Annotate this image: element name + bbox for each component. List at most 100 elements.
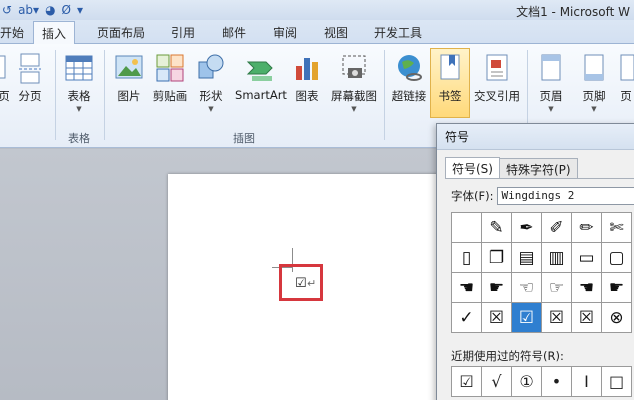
color-wheel-icon[interactable]: ◕ [45, 3, 55, 17]
symbol-cell[interactable]: ☛ [482, 273, 512, 303]
header-icon [536, 52, 566, 84]
clipart-label: 剪贴画 [152, 89, 188, 103]
hyperlink-button[interactable]: 超链接 [389, 52, 429, 116]
symbol-cell[interactable] [452, 213, 482, 243]
symbol-cell[interactable]: ☞ [542, 273, 572, 303]
symbol-cell[interactable]: ☜ [512, 273, 542, 303]
recent-symbol-cell[interactable]: ① [512, 367, 542, 397]
symbol-cell[interactable]: ▭ [572, 243, 602, 273]
recent-symbol-cell[interactable]: ☑ [452, 367, 482, 397]
symbol-cell[interactable]: ▢ [602, 243, 632, 273]
tab-home[interactable]: 开始 [0, 24, 24, 41]
chart-icon [292, 52, 322, 84]
chart-label: 图表 [295, 89, 319, 103]
recent-symbol-cell[interactable]: √ [482, 367, 512, 397]
symbol-grid-row: ☚ ☛ ☜ ☞ ☚ ☛ [452, 273, 632, 303]
table-button[interactable]: 表格 ▼ [63, 52, 95, 116]
symbol-cell[interactable]: ▤ [512, 243, 542, 273]
shapes-icon [196, 52, 226, 84]
undo-icon[interactable]: ↺ [2, 3, 12, 17]
recent-symbols-row: ☑ √ ① • I □ [451, 366, 632, 397]
page-break-button[interactable]: 分页 [15, 52, 45, 116]
symbol-cell[interactable]: ✓ [452, 303, 482, 333]
page-button[interactable]: 页 [0, 52, 14, 116]
ribbon-tabs: 开始 插入 页面布局 引用 邮件 审阅 视图 开发工具 [0, 20, 634, 45]
smartart-icon [246, 52, 276, 84]
recent-symbols-label: 近期使用过的符号(R): [451, 349, 564, 363]
symbol-cell[interactable]: ✎ [482, 213, 512, 243]
dialog-title: 符号 [437, 124, 634, 150]
picture-icon [114, 52, 144, 84]
spelling-icon[interactable]: ab▾ [18, 3, 39, 17]
tab-divider [445, 178, 634, 179]
customize-qat-icon[interactable]: ▾ [77, 3, 83, 17]
header-button[interactable]: 页眉 ▼ [534, 52, 568, 116]
clipart-icon [155, 52, 185, 84]
bookmark-button[interactable]: 书签 [430, 48, 470, 118]
tab-insert[interactable]: 插入 [33, 21, 76, 45]
picture-button[interactable]: 图片 [112, 52, 146, 116]
symbol-grid-row: ✎ ✒ ✐ ✏ ✄ [452, 213, 632, 243]
symbol-cell[interactable]: ☚ [572, 273, 602, 303]
document-title: 文档1 - Microsoft W [516, 5, 630, 19]
no-format-icon[interactable]: Ø [62, 3, 71, 17]
tab-references[interactable]: 引用 [171, 24, 195, 41]
symbol-cell[interactable]: ☚ [452, 273, 482, 303]
tab-special-characters[interactable]: 特殊字符(P) [498, 158, 578, 178]
footer-icon [579, 52, 609, 84]
crossref-button[interactable]: 交叉引用 [472, 52, 522, 116]
symbol-grid-row: ▯ ❐ ▤ ▥ ▭ ▢ [452, 243, 632, 273]
tab-view[interactable]: 视图 [324, 24, 348, 41]
symbol-cell[interactable]: ☒ [482, 303, 512, 333]
globe-link-icon [394, 52, 424, 84]
recent-symbol-cell[interactable]: □ [602, 367, 632, 397]
bookmark-label: 书签 [438, 89, 462, 103]
tab-mailings[interactable]: 邮件 [222, 24, 246, 41]
screenshot-icon [339, 52, 369, 84]
symbol-cell[interactable]: ☒ [572, 303, 602, 333]
table-label: 表格 [67, 89, 91, 103]
tab-page-layout[interactable]: 页面布局 [97, 24, 145, 41]
symbol-cell[interactable]: ☛ [602, 273, 632, 303]
screenshot-button[interactable]: 屏幕截图 ▼ [328, 52, 380, 116]
table-icon [64, 52, 94, 84]
footer-label: 页脚 [582, 89, 606, 103]
footer-button[interactable]: 页脚 ▼ [577, 52, 611, 116]
recent-symbol-cell[interactable]: I [572, 367, 602, 397]
chart-button[interactable]: 图表 [292, 52, 322, 116]
screenshot-label: 屏幕截图 [331, 89, 377, 103]
picture-label: 图片 [117, 89, 141, 103]
quick-access-toolbar: ↺ ab▾ ◕ Ø ▾ [0, 1, 83, 19]
group-label-illustrations: 插图 [233, 132, 255, 145]
ribbon-separator [104, 50, 105, 140]
crossref-label: 交叉引用 [474, 89, 520, 103]
chevron-down-icon: ▼ [591, 105, 597, 113]
shapes-button[interactable]: 形状 ▼ [196, 52, 226, 116]
page-label: 页 [0, 89, 10, 103]
selected-symbol-cell[interactable]: ☑ [512, 303, 542, 333]
symbol-cell[interactable]: ☒ [542, 303, 572, 333]
recent-symbol-cell[interactable]: • [542, 367, 572, 397]
page-number-button[interactable]: 页 [618, 52, 634, 116]
symbol-cell[interactable]: ✄ [602, 213, 632, 243]
symbol-cell[interactable]: ▯ [452, 243, 482, 273]
clipart-button[interactable]: 剪贴画 [150, 52, 190, 116]
hyperlink-label: 超链接 [391, 89, 427, 103]
symbol-grid: ✎ ✒ ✐ ✏ ✄ ▯ ❐ ▤ ▥ ▭ ▢ ☚ ☛ ☜ ☞ ☚ ☛ ✓ ☒ ☑ … [451, 212, 632, 333]
tab-review[interactable]: 审阅 [273, 24, 297, 41]
tab-developer[interactable]: 开发工具 [374, 24, 422, 41]
font-select[interactable]: Wingdings 2 [497, 187, 634, 205]
symbol-cell[interactable]: ✐ [542, 213, 572, 243]
symbol-cell[interactable]: ⊗ [602, 303, 632, 333]
chevron-down-icon: ▼ [208, 105, 214, 113]
symbol-cell[interactable]: ✒ [512, 213, 542, 243]
smartart-button[interactable]: SmartArt [233, 52, 289, 116]
font-label: 字体(F): [451, 189, 494, 203]
symbol-cell[interactable]: ❐ [482, 243, 512, 273]
shapes-label: 形状 [199, 89, 223, 103]
symbol-cell[interactable]: ✏ [572, 213, 602, 243]
dialog-tabs: 符号(S) 特殊字符(P) [445, 157, 578, 179]
group-label-tables: 表格 [68, 132, 90, 145]
tab-symbols[interactable]: 符号(S) [445, 157, 500, 179]
symbol-cell[interactable]: ▥ [542, 243, 572, 273]
